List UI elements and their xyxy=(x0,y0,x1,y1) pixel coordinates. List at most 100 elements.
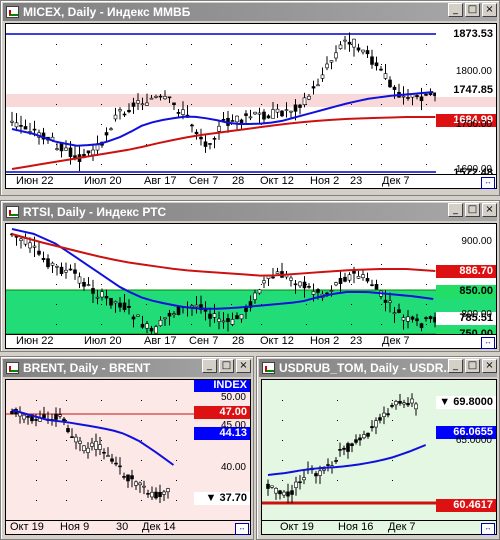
rtsi-time-axis: Июн 22 Июл 20 Авг 17 Сен 7 28 Окт 12 Ноя 2 23 Де… xyxy=(5,335,497,349)
brent-candle xyxy=(86,447,90,453)
minimize-button[interactable]: _ xyxy=(448,359,463,373)
grid-dot xyxy=(191,264,192,265)
usdrub-candle xyxy=(358,437,362,441)
grid-dot xyxy=(231,64,232,65)
price-tag: 47.00 xyxy=(194,406,250,419)
rtsi-candle xyxy=(136,314,140,317)
grid-dot xyxy=(282,400,283,401)
brent-candle xyxy=(126,474,130,482)
grid-dot xyxy=(381,144,382,145)
grid-dot xyxy=(191,84,192,85)
grid-dot xyxy=(282,440,283,441)
micex-candle xyxy=(113,114,118,120)
usdrub-candle xyxy=(338,449,342,451)
micex-candle xyxy=(244,113,248,116)
rtsi-candle xyxy=(424,317,428,319)
micex-candle xyxy=(109,128,113,131)
brent-chart-window[interactable]: BRENT, Daily - BRENT _ □ × INDEX 47.00 44.13… xyxy=(0,356,254,540)
micex-candle xyxy=(64,147,68,151)
pink-zone xyxy=(6,94,496,107)
micex-price-chart xyxy=(6,32,496,173)
chart-window-icon xyxy=(6,362,19,374)
brent-time-axis: Окт 19 Ноя 9 30 Дек 14 xyxy=(5,521,251,535)
micex-candle xyxy=(248,116,253,119)
maximize-button[interactable]: □ xyxy=(465,3,480,17)
grid-dot xyxy=(426,84,427,85)
grid-dot xyxy=(306,64,307,65)
minimize-button[interactable]: _ xyxy=(448,3,463,17)
scroll-to-end-icon[interactable]: ↔ xyxy=(481,177,495,189)
close-button[interactable]: × xyxy=(236,359,251,373)
close-button[interactable]: × xyxy=(482,359,497,373)
rtsi-candle xyxy=(118,302,122,308)
rtsi-candle xyxy=(59,266,64,274)
usdrub-candle xyxy=(294,481,298,488)
micex-title: MICEX, Daily - Индекс ММВБ xyxy=(23,5,191,19)
grid-dot xyxy=(231,104,232,105)
rtsi-candle xyxy=(293,283,298,286)
micex-candle xyxy=(271,109,275,119)
micex-candle xyxy=(302,97,307,105)
maximize-button[interactable]: □ xyxy=(465,359,480,373)
grid-dot xyxy=(141,400,142,401)
micex-candle xyxy=(55,148,59,150)
brent-candle xyxy=(90,442,94,447)
micex-candle xyxy=(208,143,212,145)
micex-candle xyxy=(199,136,203,140)
maximize-button[interactable]: □ xyxy=(465,203,480,217)
micex-candle xyxy=(356,47,361,51)
micex-title-bar[interactable]: MICEX, Daily - Индекс ММВБ xyxy=(3,3,497,21)
time-axis-label: 30 xyxy=(116,521,129,533)
micex-candle xyxy=(239,119,244,124)
close-button[interactable]: × xyxy=(482,3,497,17)
usdrub-candle xyxy=(410,398,414,404)
scroll-to-end-icon[interactable]: ↔ xyxy=(235,523,249,535)
usdrub-title: USDRUB_TOM, Daily - USDR... xyxy=(279,361,454,375)
price-tag: ▼ 37.70 xyxy=(194,492,250,505)
grid-dot xyxy=(56,64,57,65)
grid-dot xyxy=(426,164,427,165)
micex-candle xyxy=(172,102,176,105)
time-axis-label: Дек 7 xyxy=(382,175,410,187)
close-button[interactable]: × xyxy=(482,203,497,217)
scroll-to-end-icon[interactable]: ↔ xyxy=(481,523,495,535)
rtsi-candle xyxy=(113,301,118,304)
rtsi-candle xyxy=(37,250,41,255)
grid-dot xyxy=(306,244,307,245)
rtsi-candle xyxy=(226,318,230,322)
rtsi-candle xyxy=(217,318,221,322)
price-scale-label: 1600.00 xyxy=(455,164,492,175)
time-axis-label: 23 xyxy=(350,175,363,187)
rtsi-candle xyxy=(262,280,266,284)
usdrub-plot-area[interactable]: ▼ 69.8000 66.0655 60.4617 65.0000 xyxy=(261,379,497,521)
micex-candle xyxy=(275,108,280,113)
grid-dot xyxy=(146,304,147,305)
micex-candle xyxy=(68,147,73,157)
minimize-button[interactable]: _ xyxy=(448,203,463,217)
rtsi-candle xyxy=(55,265,59,268)
rtsi-plot-area[interactable]: 886.70850.00785.51750.00708.25900.00800.… xyxy=(5,223,497,335)
micex-plot-area[interactable]: 1873.53 1747.85 1684.99 1572.48 1800.00 1700.… xyxy=(5,23,497,175)
grid-dot xyxy=(426,64,427,65)
rtsi-candle xyxy=(91,288,95,294)
usdrub-chart-window[interactable]: USDRUB_TOM, Daily - USDR... _ □ × ▼ 69.800… xyxy=(256,356,500,540)
usdrub-candle xyxy=(274,488,278,494)
usdrub-candle xyxy=(342,447,346,450)
rtsi-ma-red xyxy=(11,233,436,277)
micex-candle xyxy=(136,100,140,104)
rtsi-title-bar[interactable]: RTSI, Daily - Индекс РТС xyxy=(3,203,497,221)
usdrub-candle xyxy=(398,400,402,404)
scroll-to-end-icon[interactable]: ↔ xyxy=(481,337,495,349)
grid-dot xyxy=(36,500,37,501)
grid-dot xyxy=(261,284,262,285)
micex-candle xyxy=(91,149,95,155)
rtsi-chart-window[interactable]: RTSI, Daily - Индекс РТС _ □ × 886.70 850.0… xyxy=(0,200,500,352)
brent-plot-area[interactable]: INDEX 47.00 44.13 ▼ 37.70 50.00 45.00 40.00 xyxy=(5,379,251,521)
brent-candle xyxy=(154,491,158,499)
micex-chart-window[interactable]: MICEX, Daily - Индекс ММВБ _ □ × 1873.53 17… xyxy=(0,0,500,196)
usdrub-time-axis: Окт 19 Ноя 16 Дек 7 xyxy=(261,521,497,535)
micex-candle xyxy=(127,109,131,113)
maximize-button[interactable]: □ xyxy=(219,359,234,373)
minimize-button[interactable]: _ xyxy=(202,359,217,373)
grid-dot xyxy=(381,104,382,105)
